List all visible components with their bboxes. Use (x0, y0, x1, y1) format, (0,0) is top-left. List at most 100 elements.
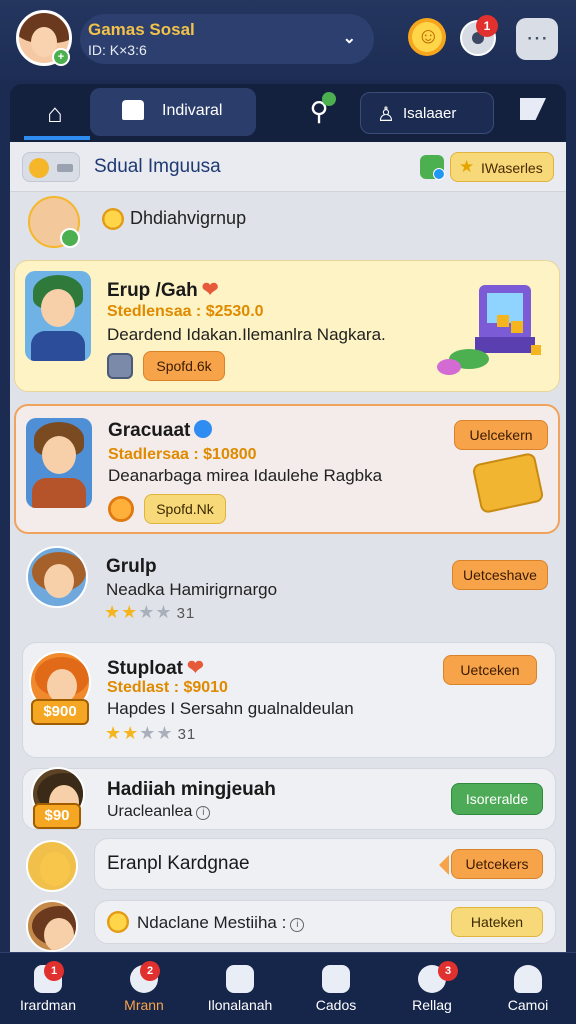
list-item[interactable]: Gracuaat Stadlersaa : $10800 Deanarbaga … (14, 404, 560, 534)
nav-item-rally[interactable]: 3 Rellag (384, 953, 480, 1024)
prize-button-label: IWaserles (481, 160, 543, 176)
book-icon[interactable] (107, 353, 133, 379)
unlock-button[interactable]: Uetcekers (451, 849, 543, 879)
profile-id: ID: K×3:6 (88, 42, 147, 58)
nav-label: Irardman (19, 997, 77, 1013)
main-content: Sdual Imguusa ★ IWaserles Dhdiahvigrnup … (10, 142, 566, 952)
nav-item-camera[interactable]: Ilonalanah (192, 953, 288, 1024)
nav-badge: 1 (44, 961, 64, 981)
intro-avatar[interactable] (28, 196, 80, 248)
nav-item-profile[interactable]: Camoi (480, 953, 576, 1024)
card-description: Neadka Hamirigrnargo (106, 580, 278, 599)
player-avatar (25, 271, 91, 361)
rating-stars: ★★★★ 31 (104, 602, 196, 622)
card-action-button[interactable]: Spofd.6k (143, 351, 225, 381)
intro-row: Dhdiahvigrnup (10, 192, 566, 256)
card-title-text: Stuploat (107, 658, 183, 679)
tab-home[interactable]: ⌂ (24, 90, 86, 138)
coin-toggle-icon[interactable] (22, 152, 80, 182)
list-item[interactable]: Ndaclane Mestiiha :i Hateken (94, 900, 556, 944)
card-title-text: Gracuaat (108, 420, 191, 441)
camera-icon (226, 965, 254, 993)
list-item[interactable]: $900 Stuploat ❤ Stedlast : $9010 Hapdes I… (22, 642, 556, 758)
card-title-text: Ndaclane Mestiiha : (137, 913, 287, 932)
claim-button[interactable]: Isoreralde (451, 783, 543, 815)
unlock-button[interactable]: Uetceken (443, 655, 537, 685)
arrow-left-icon (439, 855, 449, 875)
profile-selector[interactable]: Gamas Sosal ID: K×3:6 ⌄ (80, 14, 374, 64)
card-stat: Stedlensaa : $2530.0 (107, 303, 264, 320)
nav-item-cards[interactable]: Cados (288, 953, 384, 1024)
coin-icon (102, 208, 124, 230)
nav-item-home[interactable]: 1 Irardman (0, 953, 96, 1024)
avatar-face (44, 564, 74, 598)
prize-button[interactable]: ★ IWaserles (450, 152, 554, 182)
card-action-button[interactable]: Spofd.Nk (144, 494, 226, 524)
top-header: + Gamas Sosal ID: K×3:6 ⌄ 1 ⋯ (0, 0, 576, 80)
money-badge: $900 (31, 699, 89, 725)
rating-value: 31 (177, 726, 197, 743)
card-title: Stuploat ❤ (107, 655, 204, 680)
rating-stars: ★★★★ 31 (105, 723, 197, 743)
treasure-chest-icon (471, 451, 545, 515)
leaf-icon[interactable] (420, 155, 445, 180)
active-tab-indicator (24, 136, 90, 140)
info-icon[interactable]: i (196, 806, 211, 820)
arcade-machine-icon (437, 285, 541, 375)
profile-icon (514, 965, 542, 993)
tab-friends[interactable]: ♙ Isalaaer (360, 92, 494, 134)
nav-label: Rellag (412, 997, 452, 1013)
avatar-body (32, 478, 86, 508)
money-badge: $90 (33, 803, 81, 829)
card-title: Hadiiah mingjeuah (107, 779, 276, 800)
card-stat: Stedlast : $9010 (107, 679, 228, 696)
avatar-face (44, 918, 74, 950)
list-item[interactable]: $90 Hadiiah mingjeuah Uracleanlea i Isore… (22, 767, 556, 830)
player-avatar (26, 418, 92, 508)
card-title-text: Erup /Gah (107, 280, 198, 301)
card-stat: Stadlersaa : $10800 (108, 446, 257, 463)
list-item[interactable]: Eranpl Kardgnae Uetcekers (94, 838, 556, 890)
card-description: Deanarbaga mirea Idaulehe Ragbka (108, 466, 383, 485)
tab-individual[interactable]: Indivaral (90, 88, 256, 136)
nav-badge: 2 (140, 961, 160, 981)
nav-item-chat[interactable]: 2 Mrann (96, 953, 192, 1024)
card-title: Eranpl Kardgnae (107, 853, 250, 874)
search-new-dot (322, 92, 336, 106)
avatar-face (47, 669, 77, 703)
player-avatar (26, 840, 78, 892)
card-title: Gracuaat (108, 420, 213, 442)
card-title: Grulp (106, 556, 157, 577)
card-title: Erup /Gah ❤ (107, 277, 219, 302)
card-description-text: Uracleanlea (107, 803, 193, 820)
tab-friends-label: Isalaaer (403, 105, 457, 122)
notification-badge: 1 (476, 15, 498, 37)
card-description: Deardend Idakan.Ilemanlra Nagkara. (107, 325, 386, 344)
smiley-coin-icon[interactable] (108, 496, 134, 522)
avatar-face (40, 852, 70, 886)
nav-label: Cados (315, 997, 357, 1013)
nav-label: Camoi (507, 997, 549, 1013)
star-icon: ★ (459, 157, 475, 176)
cards-icon (322, 965, 350, 993)
daily-reward-icon[interactable] (408, 18, 446, 56)
unlock-button[interactable]: Uelcekern (454, 420, 548, 450)
list-item[interactable]: Grulp Neadka Hamirigrnargo ★★★★ 31 Uetces… (14, 540, 560, 628)
profile-name: Gamas Sosal (88, 20, 195, 39)
avatar-face (41, 289, 75, 327)
person-icon: ♙ (377, 104, 395, 126)
online-status-icon: + (52, 48, 70, 66)
list-item[interactable]: Erup /Gah ❤ Stedlensaa : $2530.0 Deardend… (14, 260, 560, 392)
claim-button[interactable]: Hateken (451, 907, 543, 937)
player-avatar (26, 546, 88, 608)
card-title: Ndaclane Mestiiha :i (137, 913, 305, 933)
heart-icon: ❤ (187, 657, 204, 679)
menu-grid-button[interactable]: ⋯ (516, 18, 558, 60)
heart-icon: ❤ (201, 279, 219, 301)
player-avatar (26, 900, 78, 952)
unlock-button[interactable]: Uetceshave (452, 560, 548, 590)
section-title: Sdual Imguusa (94, 156, 221, 177)
flag-icon[interactable] (520, 98, 546, 120)
info-icon[interactable]: i (290, 918, 305, 932)
chevron-down-icon[interactable]: ⌄ (343, 28, 356, 48)
